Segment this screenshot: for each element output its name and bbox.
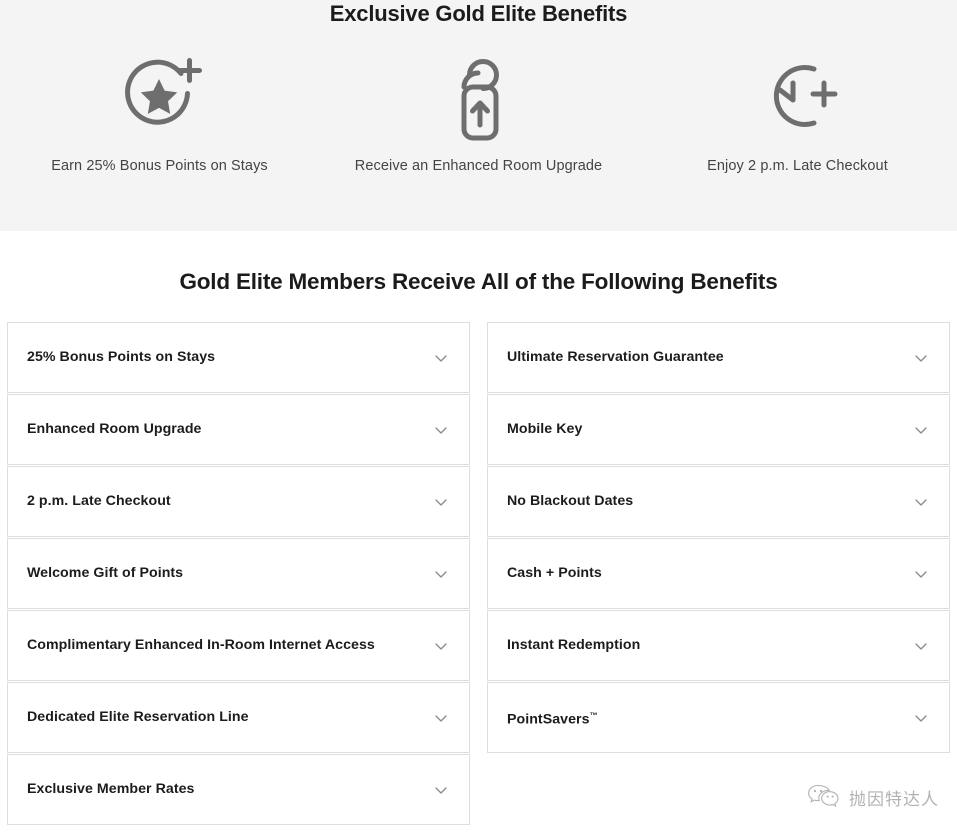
accordion-item-late-checkout[interactable]: 2 p.m. Late Checkout xyxy=(7,466,470,537)
chevron-down-icon[interactable] xyxy=(911,636,931,656)
accordion-item-label: Complimentary Enhanced In-Room Internet … xyxy=(27,637,375,653)
hero-highlight-label: Earn 25% Bonus Points on Stays xyxy=(51,158,268,174)
star-plus-icon xyxy=(117,50,203,142)
page-title: Exclusive Gold Elite Benefits xyxy=(329,1,628,26)
hero-highlight-bonus-points: Earn 25% Bonus Points on Stays xyxy=(0,50,319,177)
chevron-down-icon[interactable] xyxy=(431,564,451,584)
hero-highlight-label: Enjoy 2 p.m. Late Checkout xyxy=(707,158,888,174)
hero-section: Exclusive Gold Elite Benefits Earn 25% B… xyxy=(0,0,957,231)
benefits-page: Exclusive Gold Elite Benefits Earn 25% B… xyxy=(0,0,957,834)
chevron-down-icon[interactable] xyxy=(431,492,451,512)
clock-plus-icon xyxy=(755,50,841,142)
hero-highlight-late-checkout: Enjoy 2 p.m. Late Checkout xyxy=(638,50,957,177)
chevron-down-icon[interactable] xyxy=(431,420,451,440)
accordion-item-label: Exclusive Member Rates xyxy=(27,781,195,797)
accordion-item-label: No Blackout Dates xyxy=(507,493,634,509)
hero-highlights: Earn 25% Bonus Points on Stays Receive a… xyxy=(0,50,957,177)
accordion-item-label: Instant Redemption xyxy=(507,637,641,653)
chevron-down-icon[interactable] xyxy=(431,348,451,368)
benefits-title: Gold Elite Members Receive All of the Fo… xyxy=(179,269,778,294)
accordion-column-right: Ultimate Reservation Guarantee Mobile Ke… xyxy=(487,322,950,753)
accordion-item-label: 2 p.m. Late Checkout xyxy=(27,493,171,509)
benefits-section: Gold Elite Members Receive All of the Fo… xyxy=(0,231,957,825)
accordion-item-label: Welcome Gift of Points xyxy=(27,565,184,581)
benefits-accordion-grid: 25% Bonus Points on Stays Enhanced Room … xyxy=(0,322,957,825)
chevron-down-icon[interactable] xyxy=(911,564,931,584)
hero-highlight-room-upgrade: Receive an Enhanced Room Upgrade xyxy=(319,50,638,177)
accordion-item-label: Mobile Key xyxy=(507,421,583,437)
accordion-item-internet-access[interactable]: Complimentary Enhanced In-Room Internet … xyxy=(7,610,470,681)
trademark-symbol: ™ xyxy=(589,710,598,720)
accordion-item-no-blackout-dates[interactable]: No Blackout Dates xyxy=(487,466,950,537)
chevron-down-icon[interactable] xyxy=(911,708,931,728)
accordion-item-instant-redemption[interactable]: Instant Redemption xyxy=(487,610,950,681)
chevron-down-icon[interactable] xyxy=(431,636,451,656)
accordion-column-left: 25% Bonus Points on Stays Enhanced Room … xyxy=(7,322,470,825)
accordion-item-room-upgrade[interactable]: Enhanced Room Upgrade xyxy=(7,394,470,465)
accordion-item-mobile-key[interactable]: Mobile Key xyxy=(487,394,950,465)
accordion-item-welcome-gift[interactable]: Welcome Gift of Points xyxy=(7,538,470,609)
door-hanger-upgrade-icon xyxy=(446,50,512,142)
accordion-item-label: Ultimate Reservation Guarantee xyxy=(507,349,724,365)
accordion-item-bonus-points[interactable]: 25% Bonus Points on Stays xyxy=(7,322,470,393)
chevron-down-icon[interactable] xyxy=(911,492,931,512)
accordion-item-cash-plus-points[interactable]: Cash + Points xyxy=(487,538,950,609)
accordion-item-member-rates[interactable]: Exclusive Member Rates xyxy=(7,754,470,825)
accordion-item-label: Cash + Points xyxy=(507,565,602,581)
chevron-down-icon[interactable] xyxy=(911,348,931,368)
accordion-item-label: Enhanced Room Upgrade xyxy=(27,421,202,437)
accordion-item-label: PointSavers™ xyxy=(507,706,911,730)
chevron-down-icon[interactable] xyxy=(431,708,451,728)
chevron-down-icon[interactable] xyxy=(911,420,931,440)
accordion-item-reservation-guarantee[interactable]: Ultimate Reservation Guarantee xyxy=(487,322,950,393)
hero-highlight-label: Receive an Enhanced Room Upgrade xyxy=(354,158,603,174)
accordion-item-label: Dedicated Elite Reservation Line xyxy=(27,709,249,725)
chevron-down-icon[interactable] xyxy=(431,780,451,800)
accordion-item-pointsavers[interactable]: PointSavers™ xyxy=(487,682,950,753)
accordion-item-label: 25% Bonus Points on Stays xyxy=(27,349,216,365)
accordion-item-label-text: PointSavers xyxy=(507,711,590,728)
accordion-item-reservation-line[interactable]: Dedicated Elite Reservation Line xyxy=(7,682,470,753)
